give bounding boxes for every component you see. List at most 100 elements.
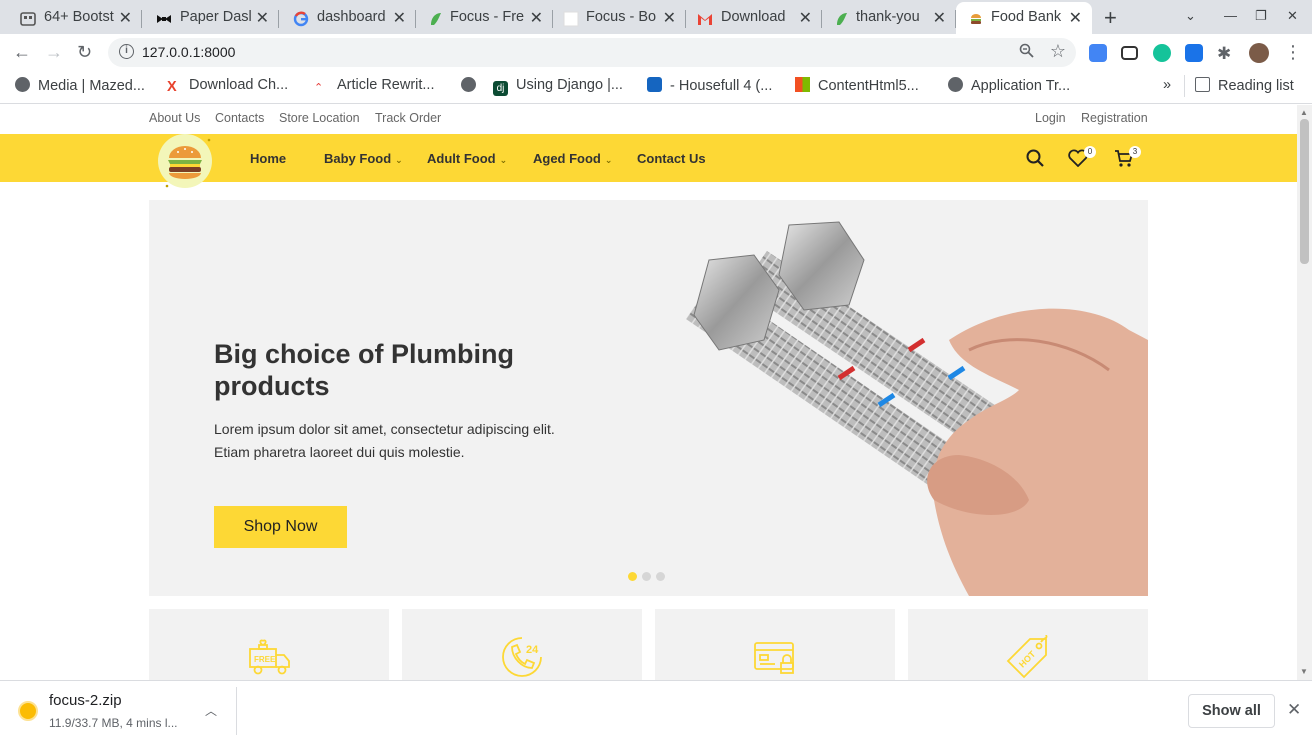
zoom-icon[interactable] (1019, 43, 1034, 62)
bookmark-item[interactable] (461, 77, 484, 94)
site-topbar: About Us Contacts Store Location Track O… (0, 105, 1297, 134)
translate-extension-icon[interactable] (1089, 44, 1107, 62)
x-logo-icon: X (167, 79, 177, 95)
reading-list-icon (1195, 77, 1210, 92)
extensions-puzzle-icon[interactable]: ✱ (1217, 44, 1235, 63)
bookmark-item[interactable]: ContentHtml5... (795, 77, 919, 94)
topbar-link-track-order[interactable]: Track Order (375, 111, 441, 125)
bookmark-item[interactable]: ⌃ Article Rewrit... (314, 77, 435, 96)
bookmark-item[interactable]: Media | Mazed... (15, 77, 145, 94)
more-bookmarks-icon[interactable]: » (1163, 77, 1171, 93)
tab-title: thank-you (856, 9, 920, 25)
topbar-link-contacts[interactable]: Contacts (215, 111, 264, 125)
chevron-down-icon: ⌄ (395, 155, 403, 165)
zip-file-icon (18, 701, 38, 721)
main-navigation: Home Baby Food ⌄ Adult Food ⌄ Aged Food ⌄ C… (0, 134, 1297, 188)
close-tab-icon[interactable]: ✕ (393, 8, 406, 28)
close-tab-icon[interactable]: ✕ (663, 8, 676, 28)
chevron-up-icon[interactable]: ︿ (205, 702, 217, 719)
browser-tab-active[interactable]: Food Bank ✕ (956, 2, 1092, 34)
close-tab-icon[interactable]: ✕ (119, 8, 132, 28)
reload-icon[interactable]: ↻ (77, 42, 92, 63)
reading-list-button[interactable]: Reading list (1195, 77, 1294, 94)
browser-tab[interactable]: 64+ Bootst ✕ (0, 2, 142, 34)
browser-tab[interactable]: Focus - Bo ✕ (553, 2, 686, 34)
django-icon: dj (493, 81, 508, 96)
tab-title: 64+ Bootst (44, 9, 114, 25)
google-icon (293, 11, 309, 27)
site-info-icon[interactable]: i (119, 44, 134, 59)
svg-text:24: 24 (526, 644, 539, 656)
site-logo[interactable] (158, 134, 212, 188)
scrollbar-thumb[interactable] (1300, 119, 1309, 264)
nav-home[interactable]: Home (250, 151, 286, 166)
bookmark-item[interactable]: - Housefull 4 (... (647, 77, 772, 94)
picture-in-picture-icon[interactable] (1121, 46, 1138, 60)
grammarly-icon[interactable] (1153, 44, 1171, 62)
slider-dot[interactable] (642, 572, 651, 581)
burger-logo-icon (165, 138, 211, 188)
address-bar[interactable]: i 127.0.0.1:8000 ☆ (108, 38, 1076, 67)
download-filename[interactable]: focus-2.zip (49, 692, 122, 709)
shop-now-button[interactable]: Shop Now (214, 506, 347, 548)
nav-adult-food-label: Adult Food (427, 151, 496, 166)
nav-home-label: Home (250, 151, 287, 166)
close-tab-icon[interactable]: ✕ (933, 8, 946, 28)
burger-icon (968, 11, 984, 27)
nav-adult-food[interactable]: Adult Food ⌄ (427, 151, 507, 166)
slider-dot-active[interactable] (628, 572, 637, 581)
close-tab-icon[interactable]: ✕ (1069, 8, 1082, 28)
bowtie-icon (156, 11, 172, 27)
bookmark-item[interactable]: X Download Ch... (167, 77, 289, 95)
feature-card: HOT (908, 609, 1148, 680)
url-text[interactable]: 127.0.0.1:8000 (142, 44, 235, 60)
bookmark-star-icon[interactable]: ☆ (1050, 41, 1066, 62)
tab-title: Focus - Bo (586, 9, 657, 25)
restore-icon[interactable]: ❐ (1255, 8, 1267, 24)
scroll-down-icon[interactable]: ▼ (1300, 667, 1308, 676)
feature-card: 24 (402, 609, 642, 680)
extension-blue-icon[interactable] (1185, 44, 1203, 62)
nav-aged-food[interactable]: Aged Food ⌄ (533, 151, 612, 166)
tab-title: Download (721, 9, 786, 25)
close-shelf-icon[interactable]: ✕ (1287, 700, 1301, 720)
close-tab-icon[interactable]: ✕ (799, 8, 812, 28)
feature-card (655, 609, 895, 680)
bookmark-item[interactable]: Application Tr... (948, 77, 1070, 94)
new-tab-icon[interactable]: + (1104, 5, 1117, 31)
topbar-link-about[interactable]: About Us (149, 111, 200, 125)
back-icon[interactable]: ← (13, 42, 31, 63)
profile-avatar[interactable] (1249, 43, 1269, 63)
bookmark-label: Download Ch... (189, 77, 289, 93)
forward-icon[interactable]: → (45, 42, 63, 63)
browser-tab[interactable]: Paper Dasl ✕ (142, 2, 279, 34)
slider-dot[interactable] (656, 572, 665, 581)
page-scrollbar[interactable]: ▲ ▼ (1297, 105, 1312, 680)
browser-tab[interactable]: dashboard ✕ (279, 2, 416, 34)
browser-tab[interactable]: Focus - Fre ✕ (416, 2, 553, 34)
menu-kebab-icon[interactable]: ⋮ (1284, 42, 1302, 63)
scroll-up-icon[interactable]: ▲ (1300, 108, 1308, 117)
article-icon: ⌃ (314, 82, 324, 94)
tab-search-icon[interactable]: ⌄ (1185, 8, 1196, 24)
minimize-icon[interactable]: — (1224, 8, 1237, 23)
svg-text:FREE: FREE (254, 655, 276, 664)
close-tab-icon[interactable]: ✕ (256, 8, 269, 28)
bookmark-label: Article Rewrit... (337, 77, 435, 93)
browser-tab-strip: 64+ Bootst ✕ Paper Dasl ✕ dashboard ✕ Fo… (0, 0, 1312, 34)
nav-contact-us-label: Contact Us (637, 151, 706, 166)
slider-dots (628, 568, 670, 586)
nav-contact-us[interactable]: Contact Us (637, 151, 706, 166)
browser-tab[interactable]: Download ✕ (686, 2, 822, 34)
24h-support-phone-icon: 24 (502, 637, 542, 677)
search-icon[interactable] (1026, 149, 1044, 172)
nav-baby-food[interactable]: Baby Food ⌄ (324, 151, 403, 166)
topbar-link-store-location[interactable]: Store Location (279, 111, 360, 125)
close-window-icon[interactable]: ✕ (1287, 8, 1298, 24)
topbar-link-login[interactable]: Login (1035, 111, 1066, 125)
show-all-button[interactable]: Show all (1188, 694, 1275, 728)
bookmark-item[interactable]: dj Using Django |... (493, 77, 623, 96)
browser-tab[interactable]: thank-you ✕ (822, 2, 956, 34)
topbar-link-registration[interactable]: Registration (1081, 111, 1148, 125)
close-tab-icon[interactable]: ✕ (530, 8, 543, 28)
